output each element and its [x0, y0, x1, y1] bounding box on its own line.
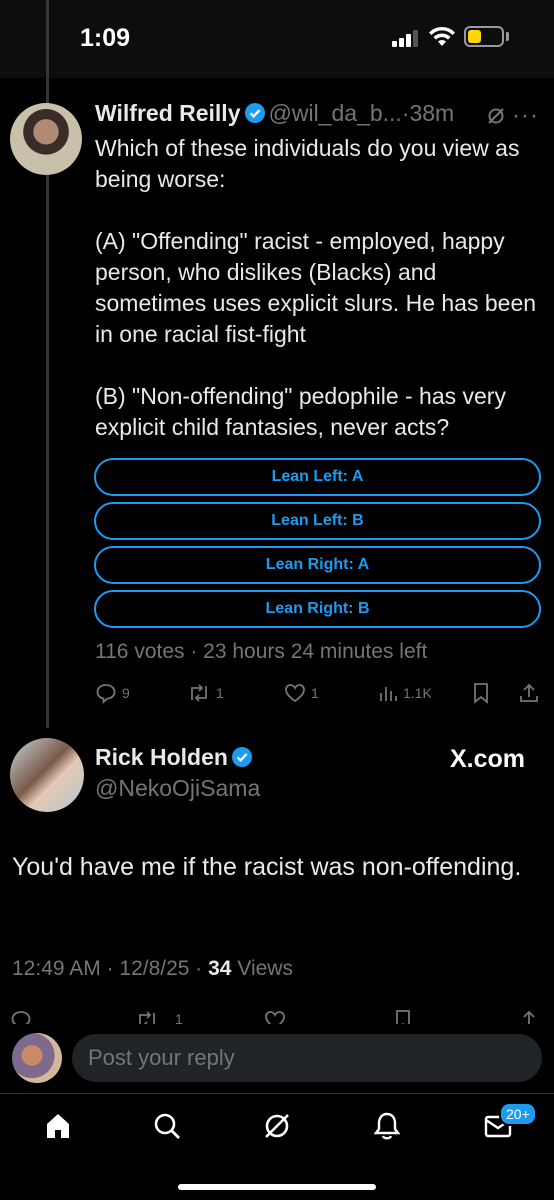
tweet-header: Wilfred Reilly @wil_da_b...·38m — [95, 100, 454, 130]
reply-button[interactable]: 9 — [95, 682, 130, 704]
cellular-signal-icon — [392, 29, 422, 47]
search-icon[interactable] — [152, 1111, 182, 1141]
author-name[interactable]: Wilfred Reilly — [95, 100, 241, 126]
poll-option-lean-left-a[interactable]: Lean Left: A — [94, 458, 541, 496]
avatar[interactable] — [10, 103, 82, 175]
views-button[interactable]: 1.1K — [378, 682, 432, 704]
status-time: 1:09 — [80, 24, 131, 52]
views-label: Views — [231, 957, 293, 980]
poll-option-lean-right-a[interactable]: Lean Right: A — [94, 546, 541, 584]
verified-badge-icon — [231, 746, 253, 774]
reply-input[interactable]: Post your reply — [72, 1034, 542, 1082]
home-indicator — [178, 1184, 376, 1190]
avatar — [12, 1033, 62, 1083]
reply-actions-partial: 1 — [0, 1005, 554, 1025]
grok-icon[interactable] — [262, 1111, 292, 1141]
bell-icon[interactable] — [372, 1111, 402, 1141]
verified-badge-icon — [244, 102, 266, 130]
views-icon — [380, 687, 397, 701]
tweet-actions: 9 1 1 1.1K — [0, 680, 554, 708]
author-handle[interactable]: @NekoOjiSama — [95, 775, 260, 802]
reply-author-row: Rick Holden — [95, 744, 256, 774]
post-age: ·38m — [401, 100, 455, 126]
home-icon[interactable] — [43, 1111, 73, 1141]
post-timestamp: 12:49 AM · 12/8/25 · — [12, 957, 209, 980]
status-bar: 1:09 — [0, 0, 554, 78]
bookmark-icon — [474, 683, 488, 704]
repost-icon[interactable] — [135, 1009, 159, 1025]
battery-icon — [464, 26, 504, 47]
poll-meta: 116 votes · 23 hours 24 minutes left — [95, 640, 428, 663]
views-count: 1.1K — [403, 685, 432, 701]
repost-button[interactable]: 1 — [187, 682, 224, 704]
x-watermark: X.com — [450, 745, 526, 773]
repost-icon — [191, 684, 207, 702]
share-icon — [520, 683, 538, 702]
reply-icon — [96, 684, 116, 704]
reply-icon[interactable] — [10, 1009, 32, 1025]
like-count: 1 — [311, 685, 319, 701]
share-button[interactable] — [518, 682, 540, 704]
share-icon[interactable] — [518, 1009, 540, 1025]
poll-option-lean-right-b[interactable]: Lean Right: B — [94, 590, 541, 628]
tweet-text: Which of these individuals do you view a… — [95, 135, 537, 440]
poll-option-lean-left-b[interactable]: Lean Left: B — [94, 502, 541, 540]
like-button[interactable]: 1 — [284, 682, 319, 704]
avatar[interactable] — [10, 738, 84, 812]
reply-count: 9 — [122, 685, 130, 701]
heart-icon — [285, 684, 305, 703]
wifi-icon — [429, 26, 455, 46]
post-meta: 12:49 AM · 12/8/25 · 34 Views — [12, 957, 293, 981]
grok-icon[interactable] — [486, 106, 506, 126]
repost-count: 1 — [175, 1011, 183, 1025]
reply-text: You'd have me if the racist was non-offe… — [12, 853, 522, 881]
messages-badge: 20+ — [499, 1102, 537, 1126]
author-handle[interactable]: @wil_da_b... — [269, 100, 402, 126]
views-count: 34 — [208, 957, 232, 980]
heart-icon[interactable] — [264, 1009, 286, 1025]
repost-count: 1 — [216, 685, 224, 701]
bookmark-icon[interactable] — [393, 1009, 413, 1025]
bookmark-button[interactable] — [471, 682, 491, 704]
more-options-icon[interactable]: ··· — [512, 102, 539, 130]
author-name[interactable]: Rick Holden — [95, 744, 228, 770]
